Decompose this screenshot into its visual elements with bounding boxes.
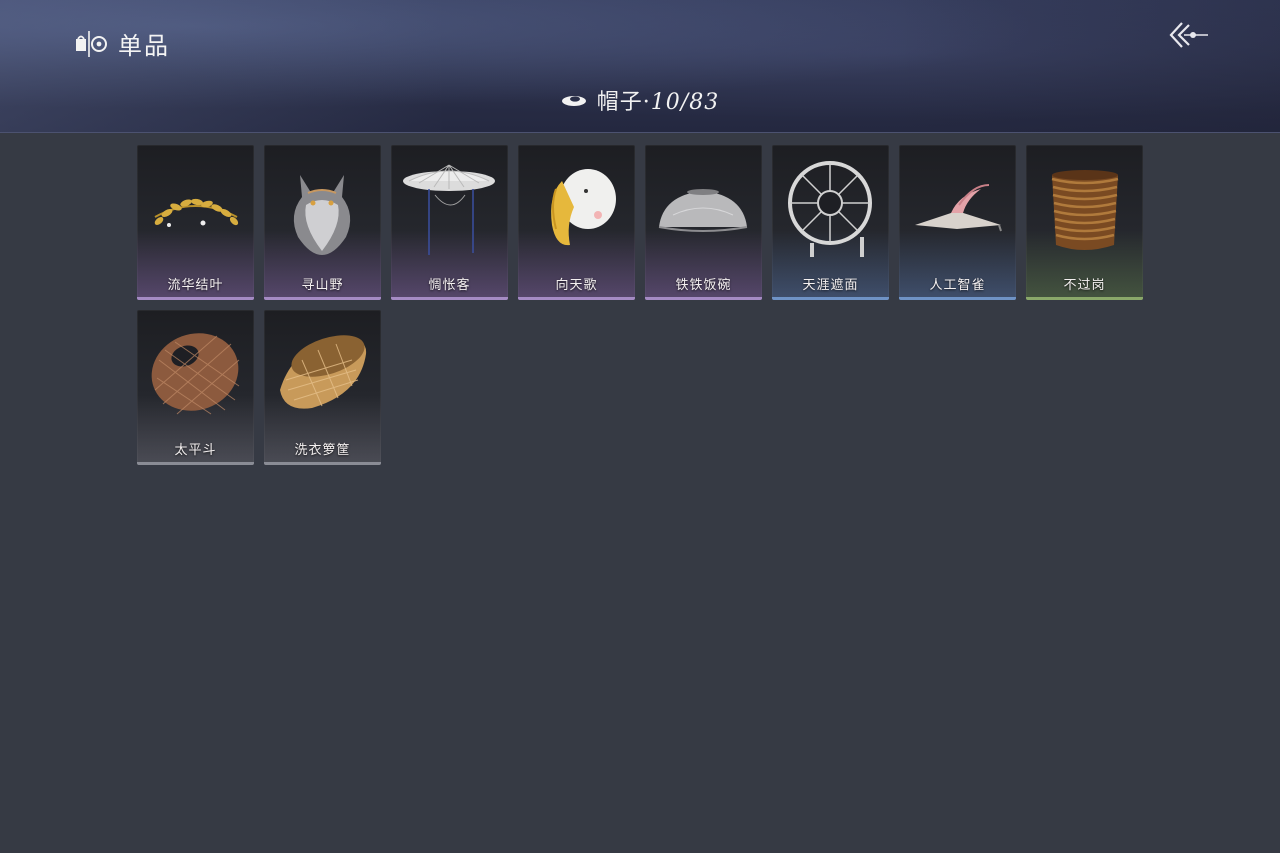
item-card[interactable]: 惆怅客 [391, 145, 508, 300]
category-label: 帽子· [596, 90, 651, 115]
page-header: 单品 [74, 26, 170, 61]
wardrobe-icon [74, 29, 108, 59]
item-card[interactable]: 太平斗 [137, 310, 254, 465]
item-name: 太平斗 [174, 443, 217, 458]
item-card[interactable]: 洗衣箩筐 [264, 310, 381, 465]
item-name: 惆怅客 [428, 278, 471, 293]
item-card[interactable]: 向天歌 [518, 145, 635, 300]
item-card[interactable]: 铁铁饭碗 [645, 145, 762, 300]
hat-icon [561, 96, 586, 106]
item-name: 不过岗 [1063, 278, 1106, 293]
goose-hood-icon [551, 169, 616, 246]
back-arrow-icon [1169, 22, 1208, 48]
item-name: 流华结叶 [167, 278, 224, 293]
item-name: 洗衣箩筐 [294, 443, 351, 458]
item-card[interactable]: 寻山野 [264, 145, 381, 300]
veiled-straw-hat-icon [403, 164, 495, 255]
page-title: 单品 [118, 32, 170, 60]
item-name: 寻山野 [301, 278, 344, 293]
category-heading: 帽子·10/83 [0, 84, 1280, 116]
item-name: 向天歌 [555, 278, 598, 293]
item-name: 天涯遮面 [802, 278, 859, 293]
top-banner: 单品 帽子·10/83 [0, 0, 1280, 133]
collection-count: 10/83 [650, 90, 720, 115]
item-name: 铁铁饭碗 [675, 278, 732, 293]
item-card[interactable]: 人工智雀 [899, 145, 1016, 300]
item-card[interactable]: 天涯遮面 [772, 145, 889, 300]
stacked-bowls-hat-icon [1051, 170, 1119, 250]
item-name: 人工智雀 [929, 278, 986, 293]
item-card[interactable]: 流华结叶 [137, 145, 254, 300]
golden-leaf-crown-icon [154, 198, 239, 227]
item-card[interactable]: 不过岗 [1026, 145, 1143, 300]
back-button[interactable] [1164, 18, 1212, 52]
wolf-head-hat-icon [293, 175, 351, 255]
laundry-basket-hat-icon [280, 335, 367, 409]
spoked-parasol-hat-icon [788, 161, 872, 257]
bird-flat-hat-icon [915, 184, 1002, 232]
woven-basket-hat-icon [151, 333, 240, 415]
iron-bowl-hat-icon [658, 189, 748, 232]
